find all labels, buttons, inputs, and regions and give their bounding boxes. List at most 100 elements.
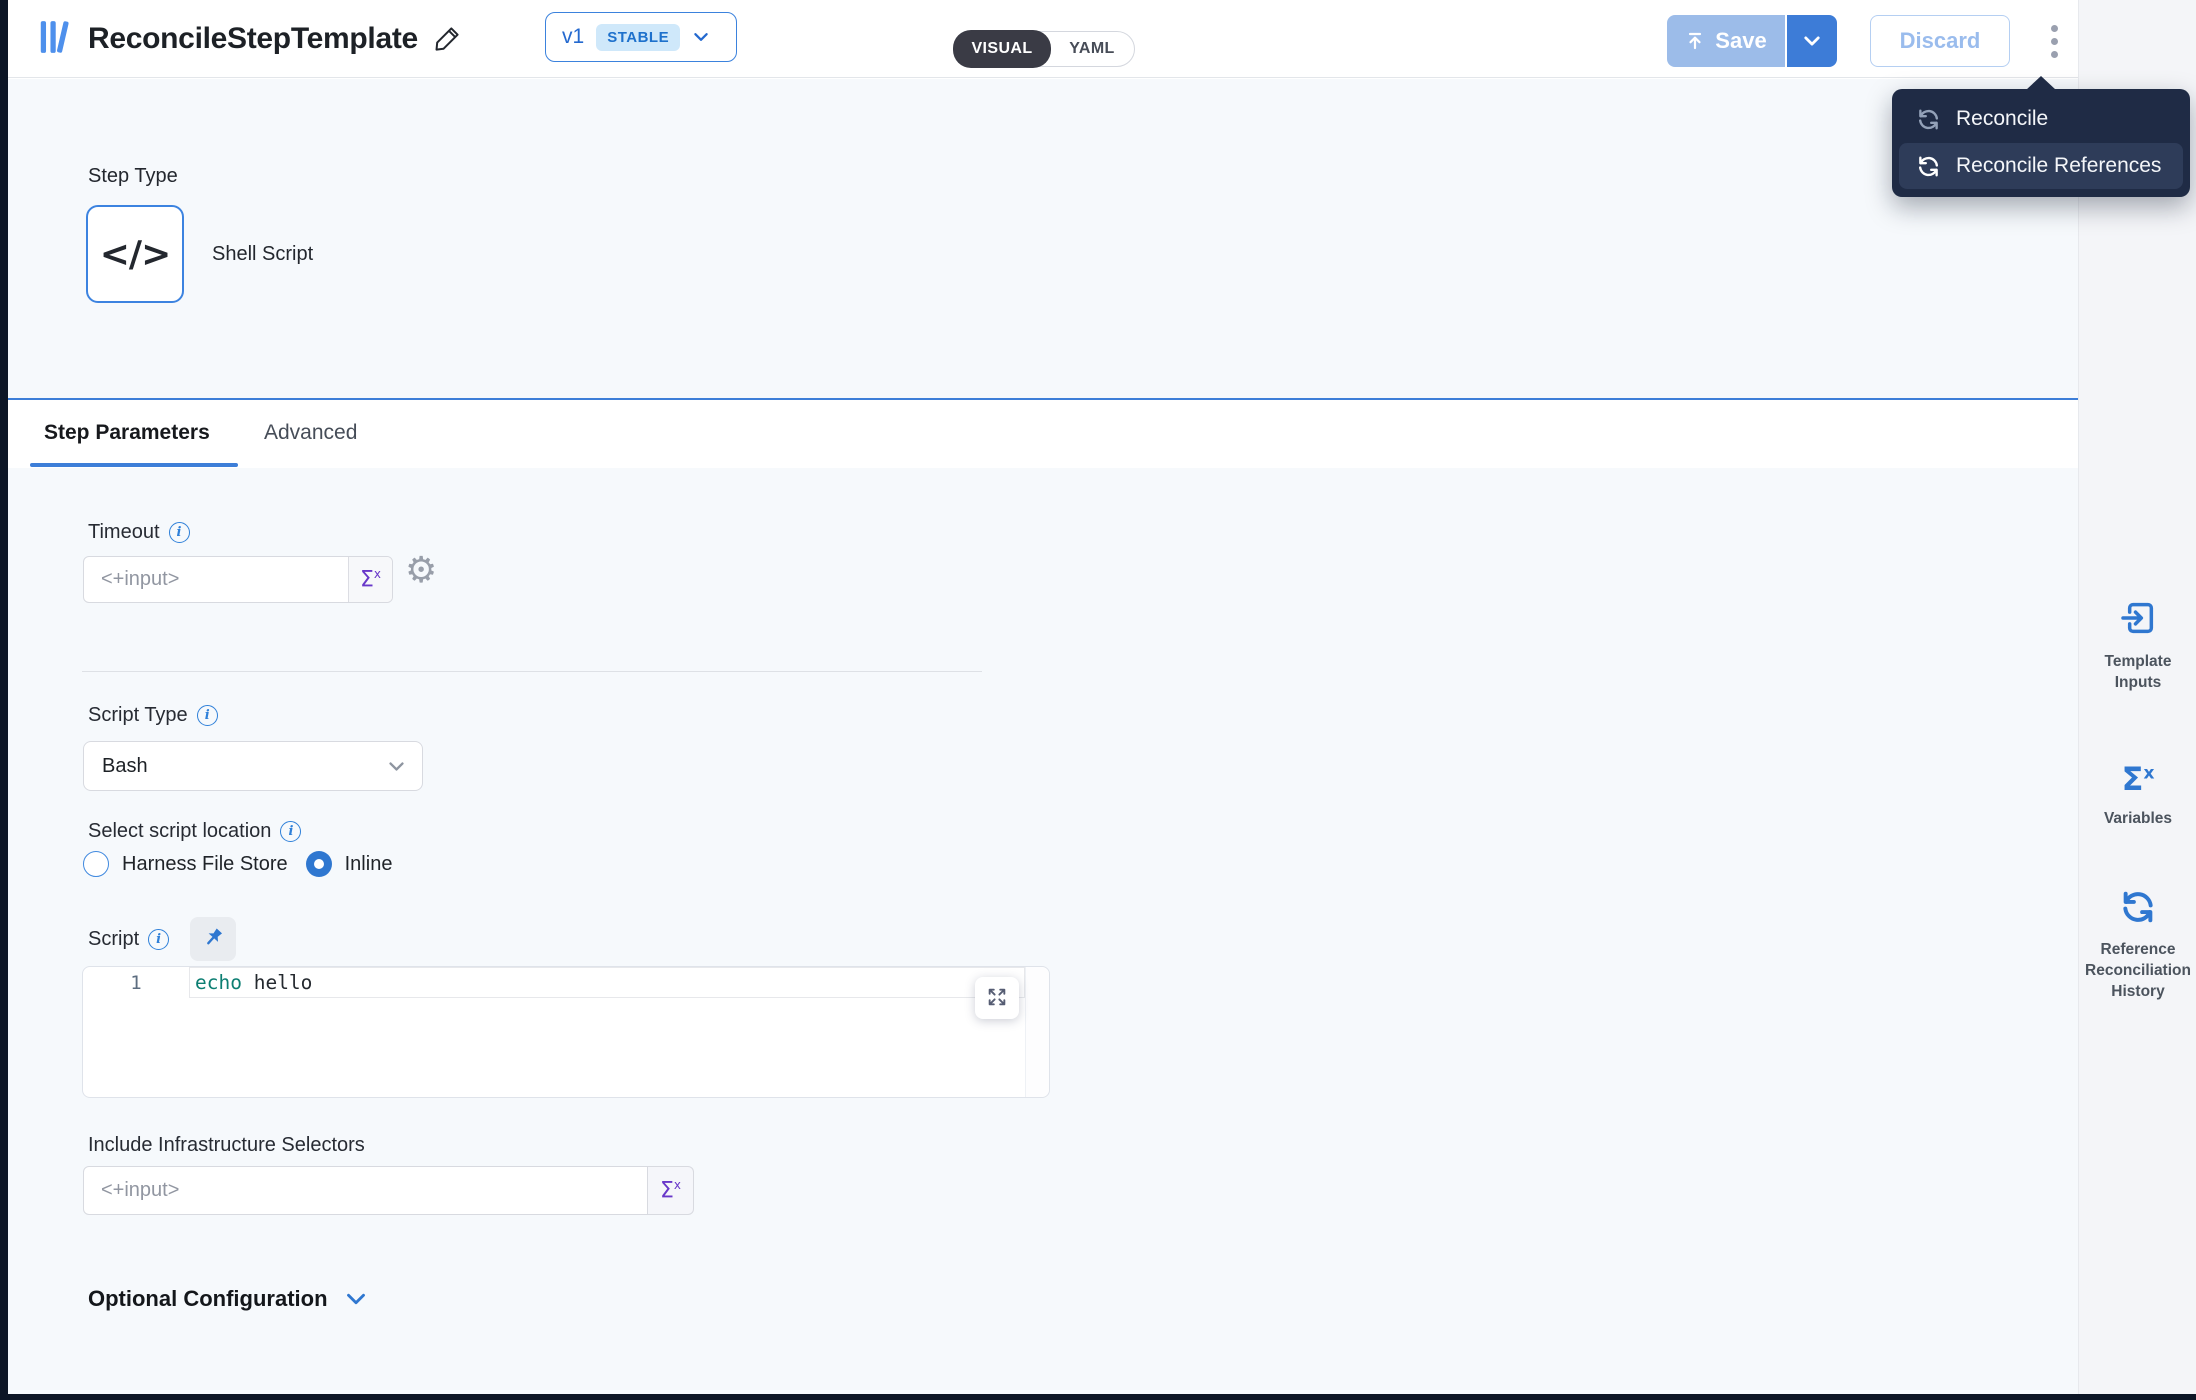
code-keyword: echo [195, 971, 242, 994]
script-location-label-row: Select script location i [88, 820, 301, 843]
rail-item-label: Reference Reconciliation History [2079, 939, 2196, 1002]
pin-icon [201, 926, 225, 953]
form-section-background [8, 468, 2078, 1394]
step-type-section-background [8, 79, 2078, 398]
include-infra-label: Include Infrastructure Selectors [88, 1134, 365, 1157]
script-type-select[interactable]: Bash [83, 741, 423, 791]
script-location-label: Select script location [88, 820, 271, 843]
runtime-input-button[interactable]: Σx [348, 557, 392, 602]
header: ReconcileStepTemplate v1 STABLE [8, 0, 2078, 78]
info-icon[interactable]: i [280, 821, 301, 842]
pencil-icon [432, 22, 464, 57]
pin-button[interactable] [190, 917, 236, 961]
include-infra-row: <+input> Σx [83, 1166, 694, 1215]
variables-icon: Σx [2079, 763, 2196, 795]
header-brand-cluster: ReconcileStepTemplate [38, 0, 464, 78]
info-icon[interactable]: i [169, 522, 190, 543]
app-bottom-dark-edge [0, 1394, 2196, 1400]
visual-yaml-toggle: VISUAL YAML [953, 31, 1135, 67]
expand-icon [986, 986, 1008, 1011]
right-rail: Template Inputs Σx Variables Reference R… [2078, 0, 2196, 1394]
context-menu: Reconcile Reconcile References [1892, 89, 2190, 197]
radio-harness-file-store[interactable]: Harness File Store [83, 851, 288, 877]
script-location-options: Harness File Store Inline [83, 851, 392, 877]
timeout-input[interactable]: <+input> Σx [83, 556, 393, 603]
more-options-button[interactable] [2036, 18, 2072, 64]
tab-advanced[interactable]: Advanced [264, 400, 357, 466]
script-type-label-row: Script Type i [88, 704, 218, 727]
script-label-row: Script i [88, 915, 236, 963]
rail-item-variables[interactable]: Σx Variables [2079, 763, 2196, 829]
kebab-dot [2051, 51, 2058, 58]
chevron-down-icon [344, 1287, 368, 1311]
reconcile-history-icon [2079, 888, 2196, 926]
step-type-label: Step Type [88, 165, 178, 188]
rail-item-label: Variables [2079, 808, 2196, 829]
runtime-input-button[interactable]: Σx [648, 1166, 694, 1215]
radio-label: Harness File Store [122, 853, 288, 876]
app-nav-dark-edge [0, 0, 8, 1400]
rail-item-template-inputs[interactable]: Template Inputs [2079, 598, 2196, 693]
editor-scrollbar[interactable] [1025, 967, 1049, 1097]
editor-code-line: echo hello [195, 967, 312, 998]
script-code-editor[interactable]: 1 echo hello [82, 966, 1050, 1098]
rail-item-label: Template Inputs [2079, 651, 2196, 693]
script-label: Script [88, 928, 139, 951]
radio-inline[interactable]: Inline [306, 851, 393, 877]
edit-title-button[interactable] [432, 22, 464, 57]
gear-icon[interactable]: ⚙ [405, 553, 437, 589]
version-stable-badge: STABLE [596, 24, 680, 51]
version-dropdown[interactable]: v1 STABLE [545, 12, 737, 62]
code-icon: </> [100, 234, 170, 275]
chevron-down-icon [692, 28, 710, 46]
editor-active-line [189, 967, 1025, 998]
kebab-dot [2051, 38, 2058, 45]
menu-item-reconcile-references[interactable]: Reconcile References [1899, 143, 2183, 189]
include-infra-input[interactable]: <+input> [83, 1166, 648, 1215]
active-tab-underline [30, 463, 238, 467]
rail-item-reconciliation-history[interactable]: Reference Reconciliation History [2079, 888, 2196, 1002]
template-studio-screen: ReconcileStepTemplate v1 STABLE [0, 0, 2196, 1400]
timeout-input-value: <+input> [84, 557, 348, 602]
tab-step-parameters[interactable]: Step Parameters [44, 400, 210, 466]
sigma-icon: Σx [660, 1178, 681, 1203]
timeout-label: Timeout [88, 521, 160, 544]
script-type-label: Script Type [88, 704, 188, 727]
toggle-visual[interactable]: VISUAL [953, 30, 1051, 68]
optional-configuration-label: Optional Configuration [88, 1286, 328, 1312]
sigma-icon: Σx [360, 567, 381, 592]
script-type-value: Bash [102, 755, 148, 778]
reconcile-icon [1916, 154, 1941, 179]
include-infra-value: <+input> [84, 1167, 647, 1214]
save-options-button[interactable] [1787, 15, 1837, 67]
info-icon[interactable]: i [148, 929, 169, 950]
kebab-dot [2051, 25, 2058, 32]
menu-item-reconcile[interactable]: Reconcile [1899, 97, 2183, 141]
version-label: v1 [562, 25, 584, 49]
editor-line-number: 1 [83, 967, 189, 998]
template-library-icon [38, 18, 74, 61]
discard-button[interactable]: Discard [1870, 15, 2010, 67]
optional-configuration-toggle[interactable]: Optional Configuration [88, 1286, 368, 1312]
save-button-label: Save [1715, 28, 1766, 54]
expand-editor-button[interactable] [975, 977, 1019, 1019]
menu-item-label: Reconcile [1956, 107, 2048, 131]
radio-label: Inline [345, 853, 393, 876]
menu-item-label: Reconcile References [1956, 154, 2161, 178]
toggle-yaml[interactable]: YAML [1050, 31, 1134, 67]
timeout-label-row: Timeout i [88, 521, 190, 544]
main-panel: ReconcileStepTemplate v1 STABLE [8, 0, 2078, 1394]
chevron-down-icon [387, 757, 406, 776]
save-split-button: Save [1667, 15, 1837, 67]
step-type-card[interactable]: </> [86, 205, 184, 303]
template-inputs-icon [2079, 598, 2196, 638]
info-icon[interactable]: i [197, 705, 218, 726]
step-type-value: Shell Script [212, 205, 313, 303]
save-button[interactable]: Save [1667, 15, 1785, 67]
chevron-down-icon [1802, 31, 1822, 51]
include-infra-label-row: Include Infrastructure Selectors [88, 1134, 365, 1157]
upload-icon [1685, 31, 1705, 51]
context-menu-arrow [2026, 76, 2056, 90]
radio-selected-icon [306, 851, 332, 877]
page-title: ReconcileStepTemplate [88, 22, 418, 56]
